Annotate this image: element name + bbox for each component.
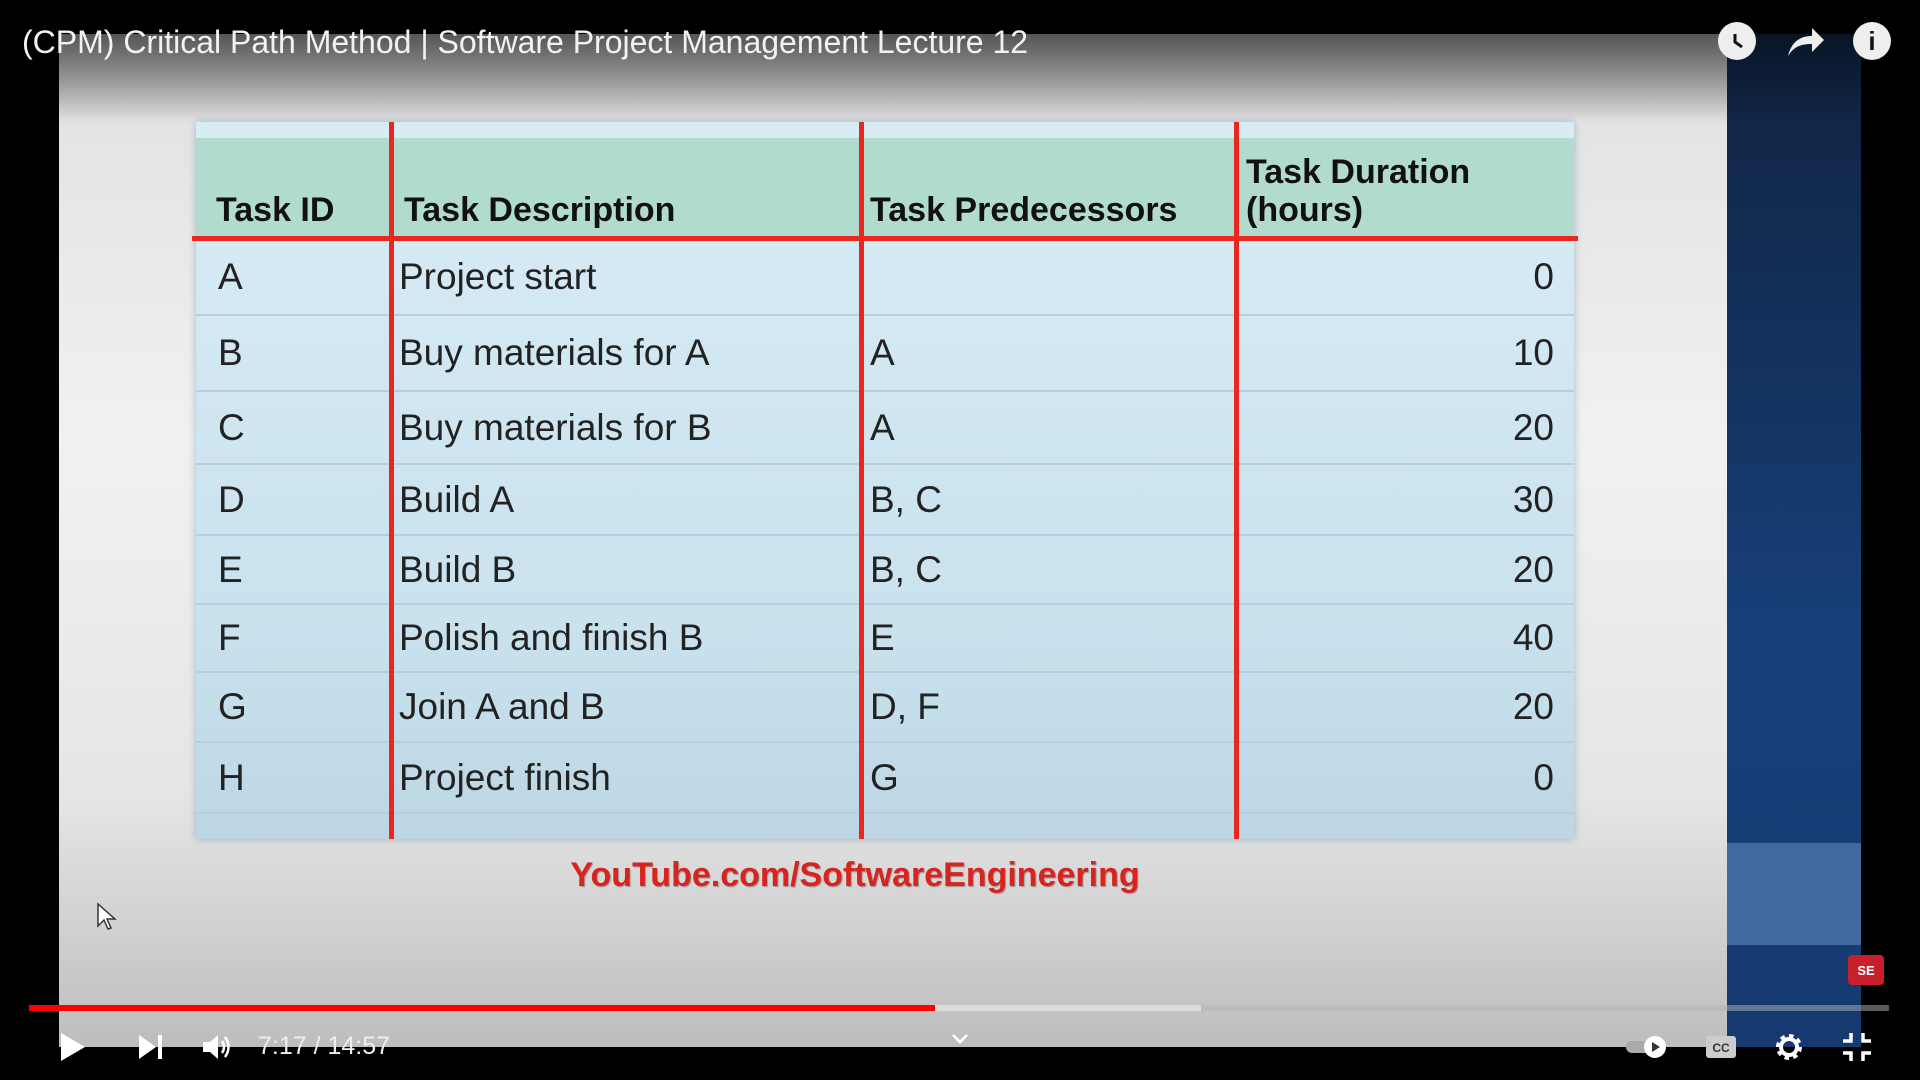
slide-side-strip-highlight: [1727, 843, 1861, 945]
chevron-down-icon[interactable]: [950, 1032, 970, 1046]
captions-icon[interactable]: CC: [1704, 1030, 1738, 1064]
cell-task-duration: 20: [1512, 548, 1554, 590]
table-header: Task ID Task Description Task Predecesso…: [196, 138, 1574, 239]
autoplay-toggle[interactable]: [1624, 1030, 1668, 1064]
cell-task-duration: 0: [1533, 255, 1554, 297]
cell-task-duration: 30: [1512, 478, 1554, 520]
channel-logo: SE: [1848, 955, 1884, 985]
header-divider: [192, 236, 1578, 241]
cell-task-description: Buy materials for B: [399, 406, 712, 448]
cell-task-description: Build A: [399, 478, 515, 520]
svg-text:CC: CC: [1712, 1041, 1730, 1055]
cell-task-predecessors: B, C: [870, 478, 942, 520]
exit-fullscreen-icon[interactable]: [1840, 1030, 1874, 1064]
cell-task-predecessors: D, F: [870, 686, 940, 727]
cell-task-id: C: [218, 406, 245, 448]
cell-task-description: Project start: [399, 255, 597, 297]
cell-task-id: E: [218, 548, 243, 590]
cell-task-id: B: [218, 332, 243, 373]
watermark-url: YouTube.com/SoftwareEngineering: [570, 856, 1140, 894]
table-row: G Join A and B D, F 20: [196, 673, 1574, 743]
cell-task-id: A: [218, 255, 243, 297]
time-display: 7:17 / 14:57: [258, 1032, 391, 1060]
cell-task-id: G: [218, 686, 247, 727]
cell-task-id: H: [218, 756, 245, 798]
play-icon[interactable]: [58, 1030, 88, 1064]
cell-task-description: Join A and B: [399, 686, 605, 727]
mouse-cursor-icon: [97, 902, 117, 930]
settings-icon[interactable]: [1772, 1030, 1806, 1064]
column-divider: [859, 122, 864, 839]
cell-task-id: F: [218, 617, 241, 658]
cell-task-predecessors: A: [870, 406, 895, 448]
cell-task-predecessors: E: [870, 617, 895, 658]
header-task-predecessors: Task Predecessors: [870, 190, 1178, 229]
cell-task-duration: 0: [1533, 756, 1554, 798]
header-task-duration: Task Duration (hours): [1246, 153, 1471, 229]
cell-task-duration: 40: [1512, 617, 1554, 658]
cell-task-duration: 20: [1512, 406, 1554, 448]
table-row: C Buy materials for B A 20: [196, 392, 1574, 465]
cell-task-description: Project finish: [399, 756, 611, 798]
cell-task-description: Build B: [399, 548, 517, 590]
cell-task-id: D: [218, 478, 245, 520]
cell-task-description: Buy materials for A: [399, 332, 710, 373]
table-row: E Build B B, C 20: [196, 536, 1574, 605]
info-icon[interactable]: i: [1853, 22, 1891, 60]
cell-task-predecessors: A: [870, 332, 895, 373]
played-bar: [29, 1005, 935, 1011]
progress-bar[interactable]: [29, 1005, 1889, 1011]
table-row: D Build A B, C 30: [196, 465, 1574, 536]
table-row: B Buy materials for A A 10: [196, 316, 1574, 392]
table-row: F Polish and finish B E 40: [196, 605, 1574, 673]
table-row: H Project finish G 0: [196, 743, 1574, 814]
volume-icon[interactable]: [200, 1030, 234, 1064]
column-divider: [389, 122, 394, 839]
column-divider: [1234, 122, 1239, 839]
clock-icon[interactable]: [1718, 22, 1756, 60]
cell-task-duration: 10: [1512, 332, 1554, 373]
cell-task-duration: 20: [1512, 686, 1554, 727]
share-icon[interactable]: [1786, 22, 1824, 60]
video-title[interactable]: (CPM) Critical Path Method | Software Pr…: [22, 24, 1028, 61]
table-row: A Project start 0: [196, 239, 1574, 316]
task-table: Task ID Task Description Task Predecesso…: [192, 122, 1578, 839]
cell-task-predecessors: B, C: [870, 548, 942, 590]
cell-task-predecessors: G: [870, 756, 899, 798]
header-task-description: Task Description: [404, 190, 676, 229]
cell-task-description: Polish and finish B: [399, 617, 704, 658]
next-icon[interactable]: [136, 1030, 166, 1064]
header-task-id: Task ID: [216, 190, 335, 229]
